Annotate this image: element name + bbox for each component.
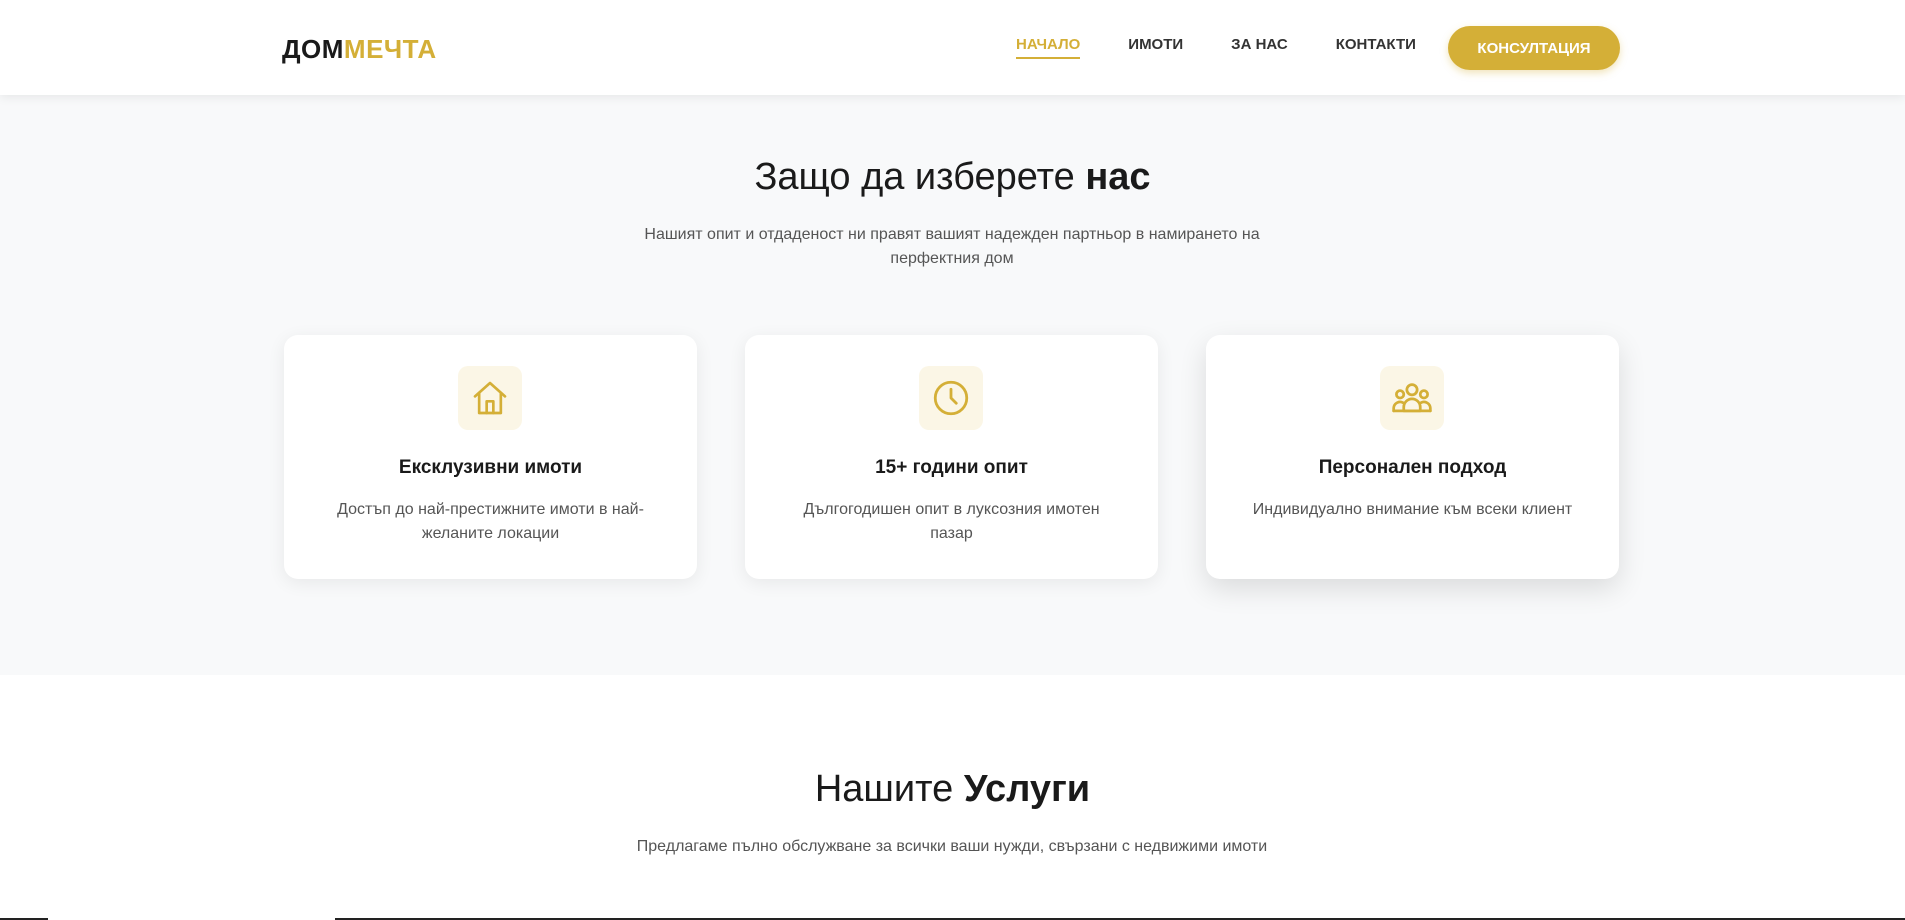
why-us-section: Защо да изберете нас Нашият опит и отдад…: [0, 95, 1905, 675]
feature-card-text: Индивидуално внимание към всеки клиент: [1252, 501, 1573, 518]
feature-card: Персонален подход Индивидуално внимание …: [1206, 335, 1619, 579]
nav-properties[interactable]: ИМОТИ: [1128, 36, 1183, 59]
feature-card-title: Персонален подход: [1318, 457, 1507, 478]
site-header: ДОММЕЧТА НАЧАЛО ИМОТИ ЗА НАС КОНТАКТИ КО…: [0, 0, 1905, 95]
main-nav: НАЧАЛО ИМОТИ ЗА НАС КОНТАКТИ: [1016, 0, 1464, 95]
feature-card: Ексклузивни имоти Достъп до най-престижн…: [284, 335, 697, 579]
why-us-subtitle: Нашият опит и отдаденост ни правят вашия…: [644, 226, 1260, 267]
services-title-bold: Услуги: [963, 768, 1091, 810]
nav-about[interactable]: ЗА НАС: [1231, 36, 1288, 59]
feature-card: 15+ години опит Дългогодишен опит в лукс…: [745, 335, 1158, 579]
nav-home[interactable]: НАЧАЛО: [1016, 36, 1081, 59]
nav-contacts[interactable]: КОНТАКТИ: [1336, 36, 1416, 59]
consultation-button[interactable]: КОНСУЛТАЦИЯ: [1448, 26, 1620, 70]
users-icon: [1380, 366, 1444, 430]
feature-card-text: Дългогодишен опит в луксозния имотен паз…: [803, 501, 1100, 542]
logo-part1: ДОМ: [282, 34, 344, 64]
feature-card-title: 15+ години опит: [875, 457, 1028, 478]
services-title: Нашите Услуги: [0, 768, 1905, 811]
why-us-title: Защо да изберете нас: [0, 156, 1905, 199]
why-us-title-regular: Защо да изберете: [754, 156, 1075, 198]
house-icon: [458, 366, 522, 430]
services-title-regular: Нашите: [814, 768, 954, 810]
why-us-title-bold: нас: [1085, 156, 1151, 198]
feature-card-text: Достъп до най-престижните имоти в най-же…: [337, 501, 644, 542]
feature-card-title: Ексклузивни имоти: [398, 457, 583, 478]
clock-icon: [919, 366, 983, 430]
services-subtitle: Предлагаме пълно обслужване за всички ва…: [636, 838, 1268, 855]
logo[interactable]: ДОММЕЧТА: [282, 34, 437, 65]
logo-part2: МЕЧТА: [343, 34, 437, 64]
